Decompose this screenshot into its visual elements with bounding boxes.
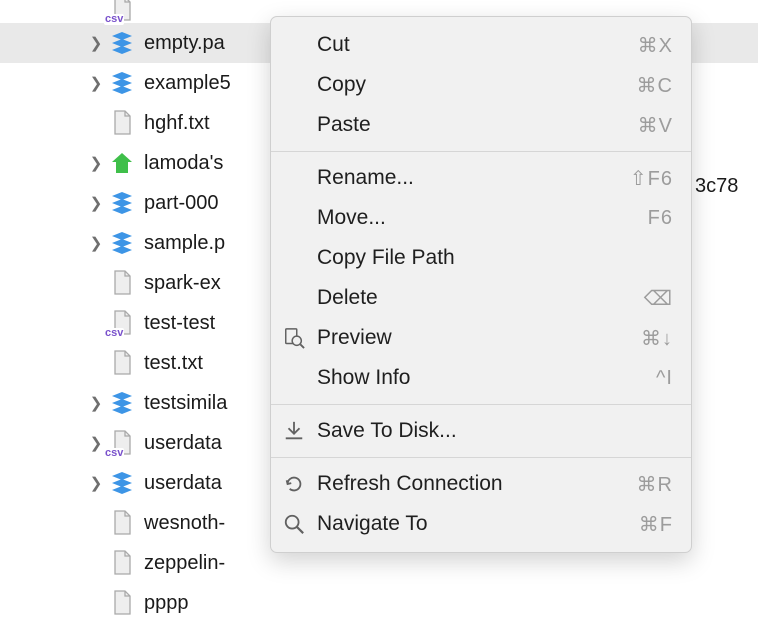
chevron-right-icon[interactable]: ❯ bbox=[86, 194, 106, 212]
menu-item-label: Preview bbox=[317, 326, 641, 350]
text-file-icon bbox=[110, 109, 134, 137]
chevron-right-icon[interactable]: ❯ bbox=[86, 234, 106, 252]
menu-item-label: Save To Disk... bbox=[317, 419, 673, 443]
menu-separator bbox=[271, 151, 691, 152]
text-file-icon bbox=[110, 589, 134, 617]
search-icon bbox=[279, 509, 309, 539]
file-label: userdata bbox=[144, 432, 222, 455]
parquet-file-icon bbox=[110, 229, 134, 257]
file-label: example5 bbox=[144, 72, 231, 95]
file-label: testsimila bbox=[144, 392, 227, 415]
menu-item-label: Copy File Path bbox=[317, 246, 673, 270]
text-file-icon bbox=[110, 349, 134, 377]
menu-item-navigate[interactable]: Navigate To⌘F bbox=[271, 504, 691, 544]
file-label: hghf.txt bbox=[144, 112, 210, 135]
menu-item-delete[interactable]: Delete⌫ bbox=[271, 278, 691, 318]
menu-item-preview[interactable]: Preview⌘↓ bbox=[271, 318, 691, 358]
menu-icon-placeholder bbox=[279, 30, 309, 60]
file-label: lamoda's bbox=[144, 152, 223, 175]
text-file-icon bbox=[110, 269, 134, 297]
file-label: test.txt bbox=[144, 352, 203, 375]
menu-item-show-info[interactable]: Show Info^I bbox=[271, 358, 691, 398]
file-label: test-test bbox=[144, 312, 215, 335]
menu-separator bbox=[271, 457, 691, 458]
menu-item-shortcut: ⌘↓ bbox=[641, 326, 673, 351]
preview-icon bbox=[279, 323, 309, 353]
menu-item-shortcut: ⌘X bbox=[638, 33, 673, 58]
menu-item-refresh[interactable]: Refresh Connection⌘R bbox=[271, 464, 691, 504]
menu-icon-placeholder bbox=[279, 163, 309, 193]
refresh-icon bbox=[279, 469, 309, 499]
menu-separator bbox=[271, 404, 691, 405]
text-file-icon bbox=[110, 509, 134, 537]
menu-item-shortcut: ^I bbox=[656, 367, 673, 390]
menu-item-shortcut: ⌘R bbox=[637, 472, 673, 497]
menu-item-save-to-disk[interactable]: Save To Disk... bbox=[271, 411, 691, 451]
download-icon bbox=[279, 416, 309, 446]
menu-item-paste[interactable]: Paste⌘V bbox=[271, 105, 691, 145]
chevron-right-icon[interactable]: ❯ bbox=[86, 74, 106, 92]
csv-file-icon: csv bbox=[110, 429, 134, 457]
chevron-right-icon[interactable]: ❯ bbox=[86, 434, 106, 452]
menu-item-shortcut: ⌘F bbox=[639, 512, 673, 537]
menu-icon-placeholder bbox=[279, 363, 309, 393]
menu-item-shortcut: ⌫ bbox=[644, 286, 673, 311]
context-menu: Cut⌘XCopy⌘CPaste⌘VRename...⇧F6Move...F6C… bbox=[270, 16, 692, 553]
file-label: pppp bbox=[144, 592, 189, 615]
menu-item-shortcut: ⌘V bbox=[638, 113, 673, 138]
chevron-right-icon[interactable]: ❯ bbox=[86, 474, 106, 492]
parquet-file-icon bbox=[110, 189, 134, 217]
menu-item-shortcut: ⇧F6 bbox=[630, 166, 673, 191]
menu-item-label: Show Info bbox=[317, 366, 656, 390]
chevron-right-icon[interactable]: ❯ bbox=[86, 34, 106, 52]
csv-file-icon: csv bbox=[110, 0, 134, 23]
file-label: userdata bbox=[144, 472, 222, 495]
text-file-icon bbox=[110, 549, 134, 577]
menu-item-move[interactable]: Move...F6 bbox=[271, 198, 691, 238]
menu-item-shortcut: ⌘C bbox=[637, 73, 673, 98]
menu-item-label: Move... bbox=[317, 206, 648, 230]
menu-item-shortcut: F6 bbox=[648, 207, 673, 230]
menu-item-label: Refresh Connection bbox=[317, 472, 637, 496]
app-icon bbox=[110, 149, 134, 177]
tree-row[interactable]: ❯pppp bbox=[0, 583, 758, 623]
menu-icon-placeholder bbox=[279, 203, 309, 233]
file-label: sample.p bbox=[144, 232, 225, 255]
menu-icon-placeholder bbox=[279, 110, 309, 140]
file-label: spark-ex bbox=[144, 272, 221, 295]
menu-icon-placeholder bbox=[279, 283, 309, 313]
menu-icon-placeholder bbox=[279, 70, 309, 100]
menu-icon-placeholder bbox=[279, 243, 309, 273]
csv-file-icon: csv bbox=[110, 309, 134, 337]
menu-item-label: Paste bbox=[317, 113, 638, 137]
menu-item-label: Navigate To bbox=[317, 512, 639, 536]
menu-item-cut[interactable]: Cut⌘X bbox=[271, 25, 691, 65]
chevron-right-icon[interactable]: ❯ bbox=[86, 394, 106, 412]
menu-item-rename[interactable]: Rename...⇧F6 bbox=[271, 158, 691, 198]
menu-item-copy-path[interactable]: Copy File Path bbox=[271, 238, 691, 278]
parquet-file-icon bbox=[110, 469, 134, 497]
parquet-file-icon bbox=[110, 389, 134, 417]
file-label: part-000 bbox=[144, 192, 219, 215]
menu-item-label: Delete bbox=[317, 286, 644, 310]
menu-item-copy[interactable]: Copy⌘C bbox=[271, 65, 691, 105]
menu-item-label: Cut bbox=[317, 33, 638, 57]
parquet-file-icon bbox=[110, 29, 134, 57]
file-label: zeppelin- bbox=[144, 552, 225, 575]
chevron-right-icon[interactable]: ❯ bbox=[86, 154, 106, 172]
file-label: empty.pa bbox=[144, 32, 225, 55]
menu-item-label: Copy bbox=[317, 73, 637, 97]
file-label: wesnoth- bbox=[144, 512, 225, 535]
filename-overflow-fragment: 3c78 bbox=[695, 175, 738, 198]
menu-item-label: Rename... bbox=[317, 166, 630, 190]
parquet-file-icon bbox=[110, 69, 134, 97]
